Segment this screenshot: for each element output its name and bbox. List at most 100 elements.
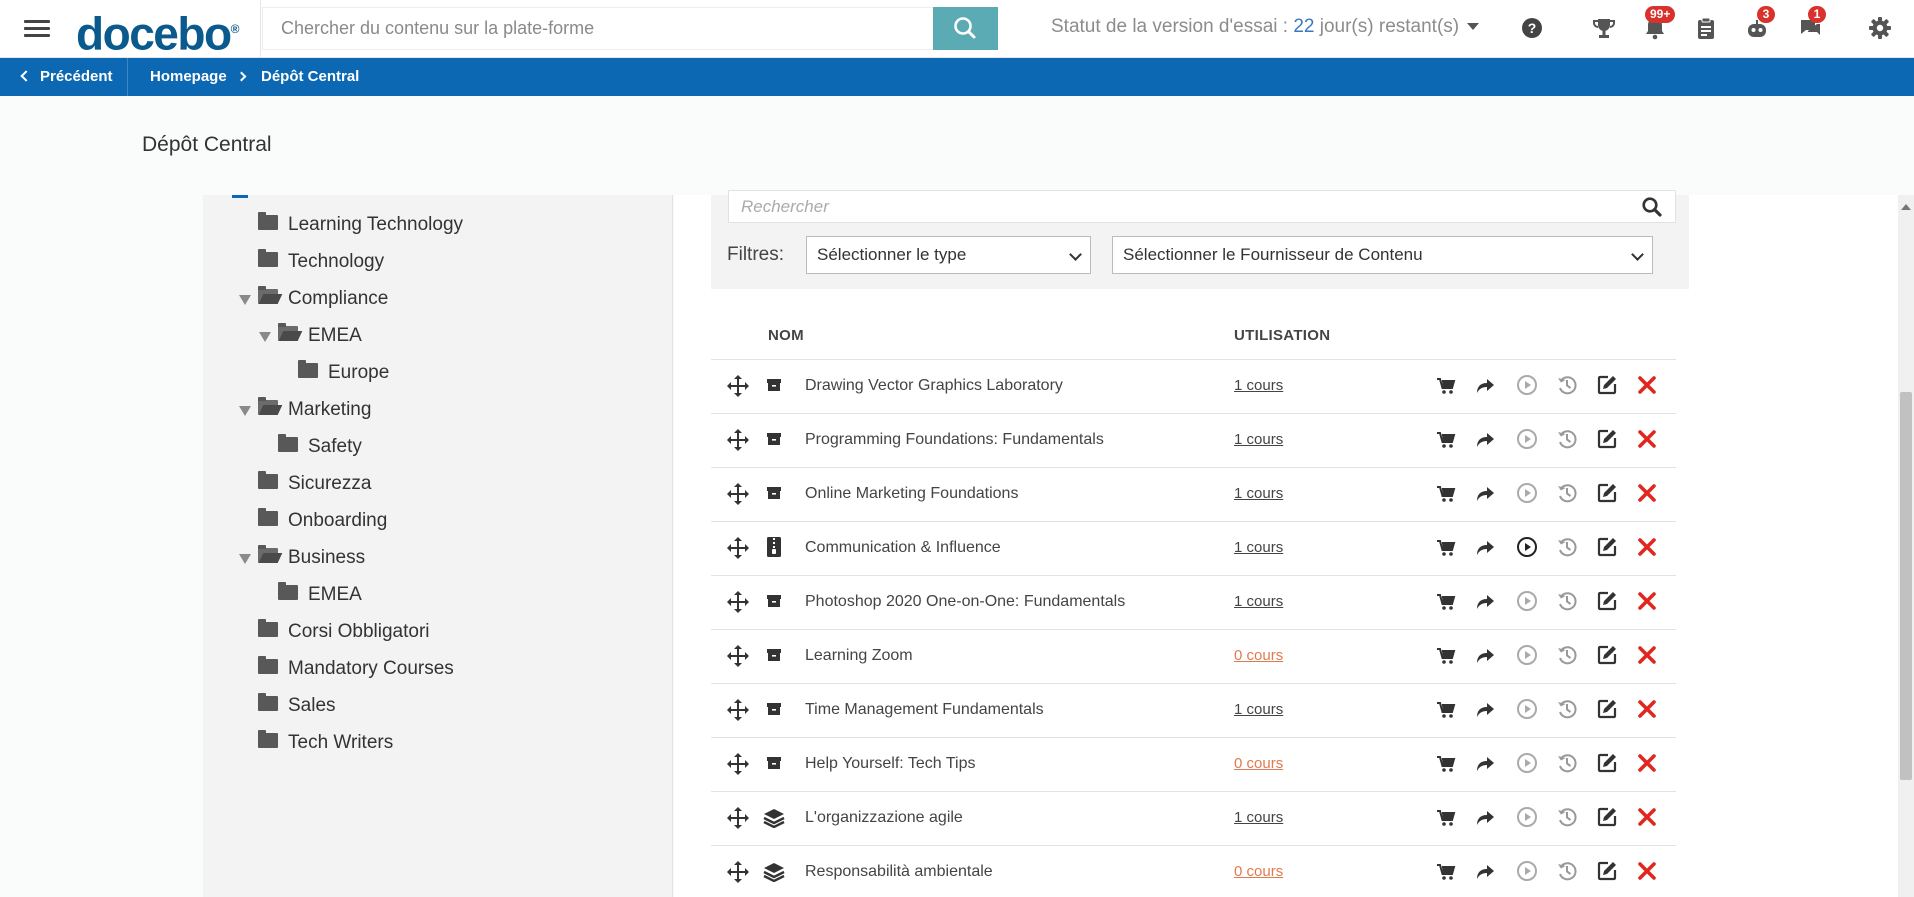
edit-icon[interactable] [1596,482,1618,509]
delete-icon[interactable] [1636,482,1658,509]
table-row[interactable]: Programming Foundations: Fundamentals 1 c… [711,413,1676,467]
docebo-logo[interactable]: docebo® [76,4,239,58]
help-icon[interactable]: ? [1518,14,1546,42]
cart-icon[interactable] [1436,862,1456,887]
table-row[interactable]: Communication & Influence 1 cours [711,521,1676,575]
type-select[interactable]: Sélectionner le type [806,236,1091,274]
play-icon[interactable] [1516,536,1538,563]
gear-icon[interactable] [1866,14,1894,42]
history-icon[interactable] [1556,752,1578,779]
delete-icon[interactable] [1636,374,1658,401]
tree-folder-item[interactable]: Sales [258,691,336,721]
move-icon[interactable] [727,645,749,672]
delete-icon[interactable] [1636,428,1658,455]
usage-link[interactable]: 0 cours [1234,846,1283,897]
tree-root-checkbox[interactable] [232,195,248,198]
delete-icon[interactable] [1636,860,1658,887]
tree-folder-item[interactable]: Tech Writers [258,728,393,758]
delete-icon[interactable] [1636,644,1658,671]
edit-icon[interactable] [1596,860,1618,887]
move-icon[interactable] [727,807,749,834]
table-row[interactable]: Drawing Vector Graphics Laboratory 1 cour… [711,359,1676,413]
cart-icon[interactable] [1436,646,1456,671]
cart-icon[interactable] [1436,430,1456,455]
share-icon[interactable] [1475,862,1495,887]
usage-link[interactable]: 1 cours [1234,360,1283,412]
back-button[interactable]: Précédent [20,58,113,96]
history-icon[interactable] [1556,698,1578,725]
share-icon[interactable] [1475,754,1495,779]
chat-icon[interactable]: 1 [1796,6,1826,42]
usage-link[interactable]: 0 cours [1234,630,1283,682]
tree-folder-item[interactable]: Business [258,543,365,573]
expand-toggle-icon[interactable] [239,406,251,416]
tree-folder-item[interactable]: Safety [278,432,362,462]
share-icon[interactable] [1475,430,1495,455]
usage-link[interactable]: 1 cours [1234,576,1283,628]
cart-icon[interactable] [1436,808,1456,833]
share-icon[interactable] [1475,700,1495,725]
tree-folder-item[interactable]: Onboarding [258,506,387,536]
play-icon[interactable] [1516,482,1538,509]
edit-icon[interactable] [1596,752,1618,779]
play-icon[interactable] [1516,428,1538,455]
delete-icon[interactable] [1636,698,1658,725]
edit-icon[interactable] [1596,536,1618,563]
play-icon[interactable] [1516,374,1538,401]
play-icon[interactable] [1516,860,1538,887]
cart-icon[interactable] [1436,484,1456,509]
scrollbar-thumb[interactable] [1900,392,1912,780]
usage-link[interactable]: 1 cours [1234,792,1283,844]
expand-toggle-icon[interactable] [239,295,251,305]
table-row[interactable]: Help Yourself: Tech Tips 0 cours [711,737,1676,791]
expand-toggle-icon[interactable] [239,554,251,564]
table-row[interactable]: Photoshop 2020 One-on-One: Fundamentals 1… [711,575,1676,629]
trophy-icon[interactable] [1590,14,1618,42]
tree-folder-item[interactable]: Technology [258,247,384,277]
move-icon[interactable] [727,375,749,402]
table-row[interactable]: Responsabilità ambientale 0 cours [711,845,1676,897]
history-icon[interactable] [1556,590,1578,617]
cart-icon[interactable] [1436,376,1456,401]
share-icon[interactable] [1475,484,1495,509]
tree-folder-item[interactable]: EMEA [278,580,362,610]
expand-toggle-icon[interactable] [259,332,271,342]
menu-icon[interactable] [24,16,50,40]
delete-icon[interactable] [1636,536,1658,563]
cart-icon[interactable] [1436,592,1456,617]
history-icon[interactable] [1556,644,1578,671]
search-icon[interactable] [1641,196,1663,218]
share-icon[interactable] [1475,538,1495,563]
table-row[interactable]: L'organizzazione agile 1 cours [711,791,1676,845]
move-icon[interactable] [727,483,749,510]
clipboard-icon[interactable] [1692,14,1720,42]
share-icon[interactable] [1475,808,1495,833]
edit-icon[interactable] [1596,428,1618,455]
tree-folder-item[interactable]: Europe [298,358,389,388]
robot-icon[interactable]: 3 [1743,6,1775,42]
table-row[interactable]: Time Management Fundamentals 1 cours [711,683,1676,737]
share-icon[interactable] [1475,376,1495,401]
share-icon[interactable] [1475,646,1495,671]
delete-icon[interactable] [1636,806,1658,833]
history-icon[interactable] [1556,374,1578,401]
move-icon[interactable] [727,753,749,780]
play-icon[interactable] [1516,806,1538,833]
move-icon[interactable] [727,861,749,888]
asset-search-input[interactable] [729,191,1609,222]
breadcrumb-home-link[interactable]: Homepage [150,58,227,96]
tree-folder-item[interactable]: Learning Technology [258,210,463,240]
trial-status[interactable]: Statut de la version d'essai : 22 jour(s… [1051,16,1480,38]
play-icon[interactable] [1516,590,1538,617]
delete-icon[interactable] [1636,752,1658,779]
tree-folder-item[interactable]: Mandatory Courses [258,654,454,684]
tree-folder-item[interactable]: Corsi Obbligatori [258,617,430,647]
bell-icon[interactable]: 99+ [1641,6,1676,42]
history-icon[interactable] [1556,482,1578,509]
tree-folder-item[interactable]: Sicurezza [258,469,371,499]
column-header-name[interactable]: NOM [768,327,804,344]
global-search-button[interactable] [933,7,998,50]
usage-link[interactable]: 1 cours [1234,522,1283,574]
play-icon[interactable] [1516,644,1538,671]
edit-icon[interactable] [1596,806,1618,833]
